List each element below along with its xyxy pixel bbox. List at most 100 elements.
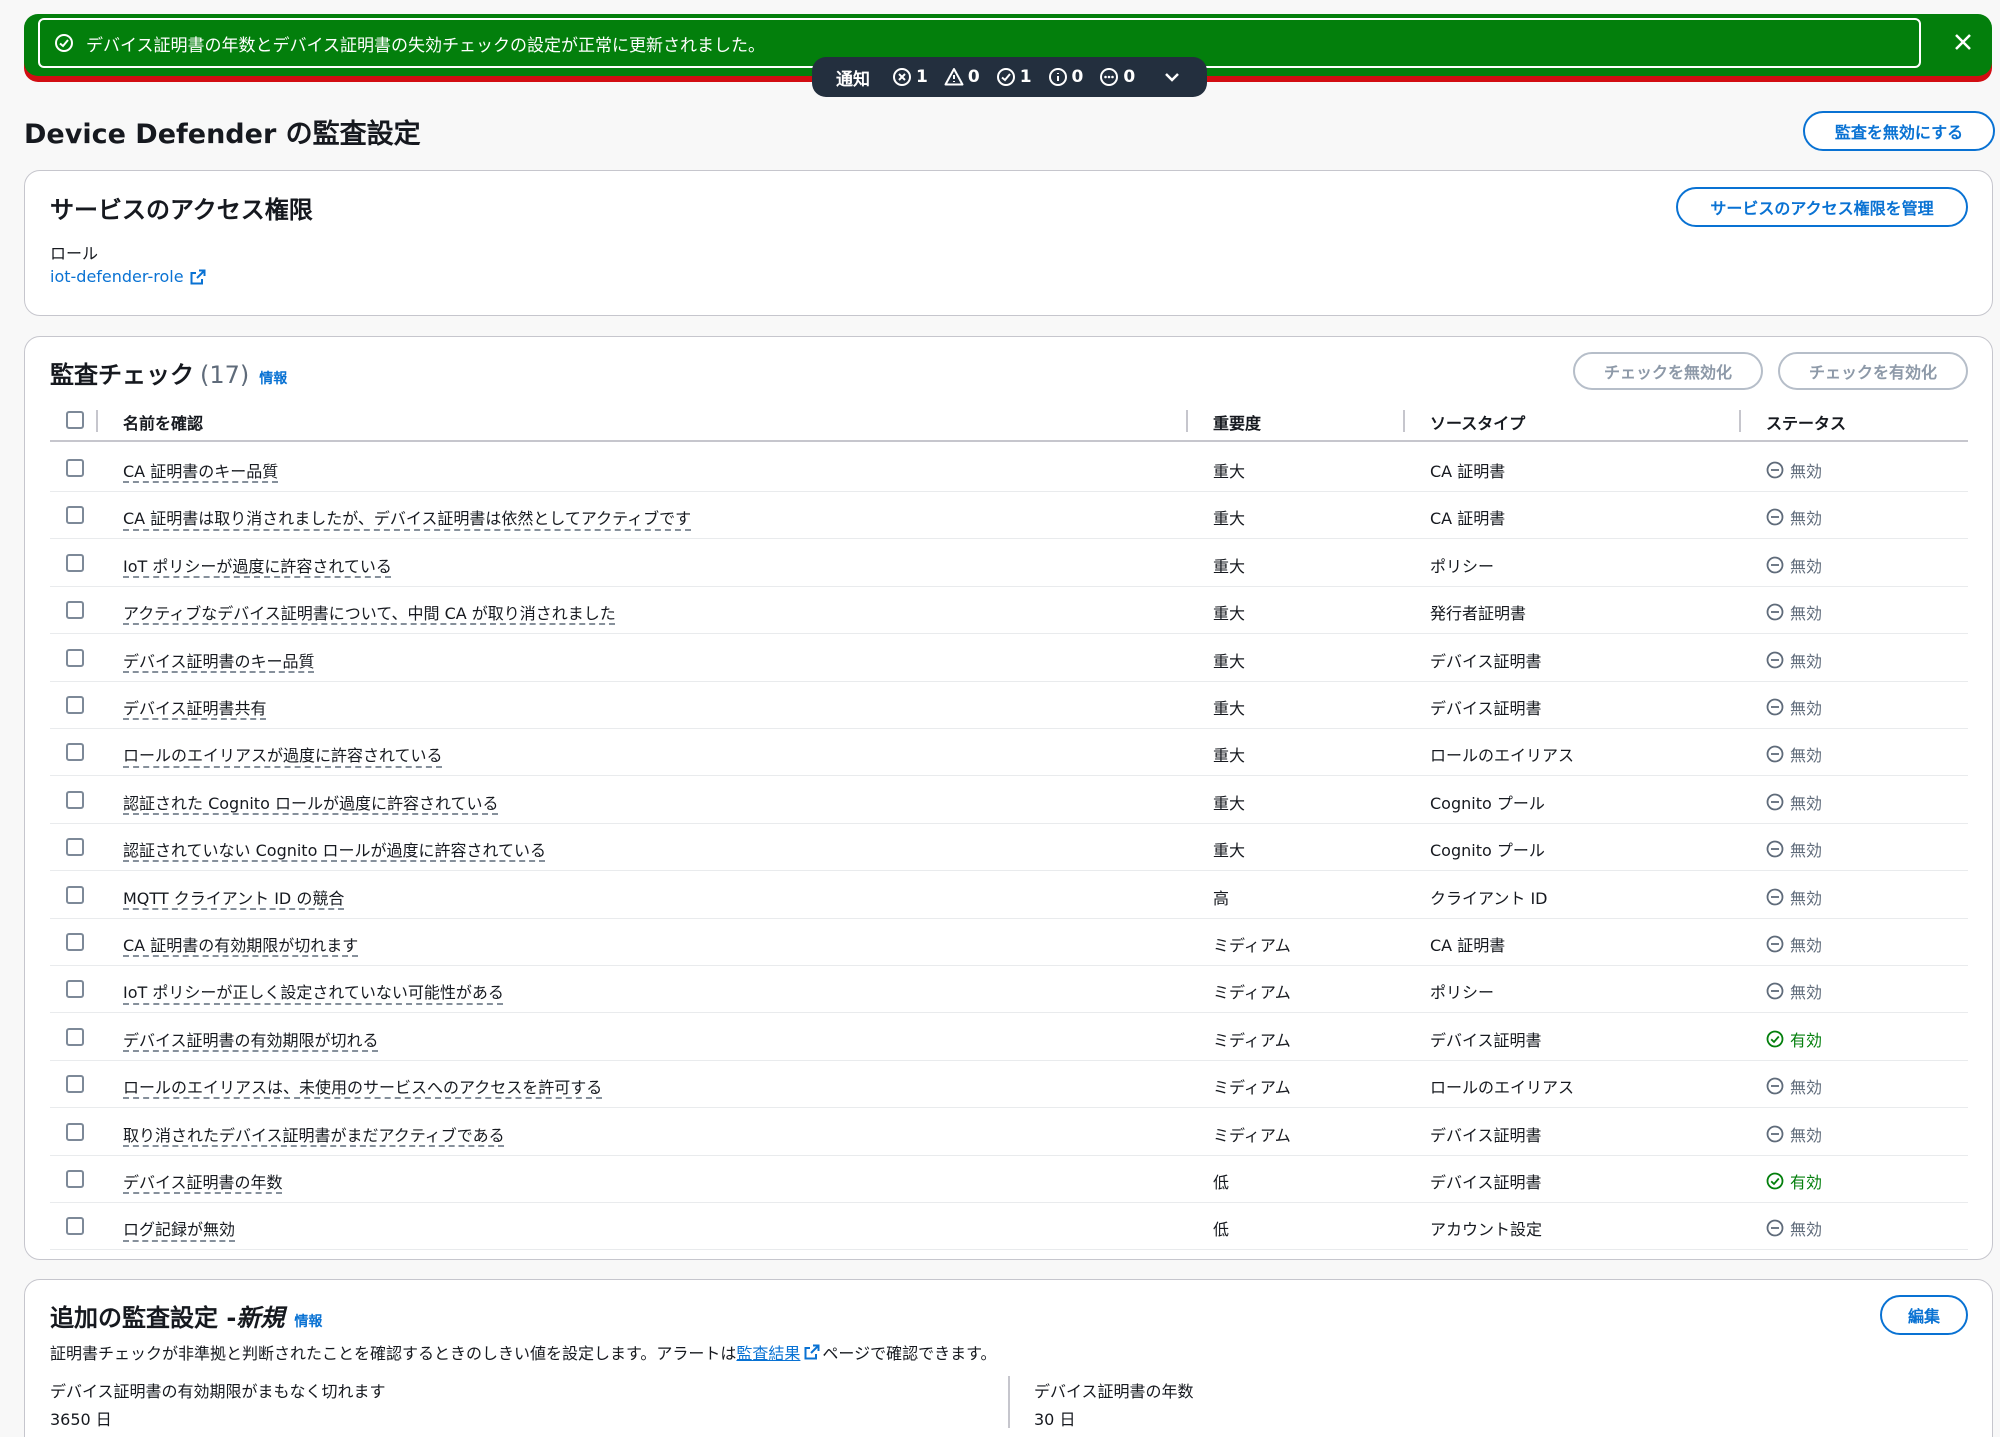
row-checkbox[interactable] [66, 1122, 84, 1141]
check-name-link[interactable]: アクティブなデバイス証明書について、中間 CA が取り消されました [123, 600, 616, 624]
row-checkbox[interactable] [66, 790, 84, 809]
disabled-status-icon [1766, 461, 1784, 479]
warning-icon [944, 68, 964, 86]
table-row[interactable]: ロールのエイリアスが過度に許容されている 重大 ロールのエイリアス 無効 [50, 729, 1968, 777]
column-header-source-type[interactable]: ソースタイプ [1430, 410, 1525, 434]
row-checkbox[interactable] [66, 1217, 84, 1236]
check-name-link[interactable]: 取り消されたデバイス証明書がまだアクティブである [123, 1122, 505, 1146]
row-checkbox[interactable] [66, 506, 84, 525]
additional-settings-info-link[interactable]: 情報 [294, 1311, 322, 1331]
progress-count: 0 [1099, 67, 1135, 87]
table-row[interactable]: CA 証明書は取り消されましたが、デバイス証明書は依然としてアクティブです 重大 C… [50, 492, 1968, 540]
table-row[interactable]: CA 証明書のキー品質 重大 CA 証明書 無効 [50, 445, 1968, 492]
enabled-status-icon [1766, 1030, 1784, 1048]
status-text: 無効 [1790, 1078, 1823, 1098]
table-row[interactable]: 認証された Cognito ロールが過度に許容されている 重大 Cognito プー… [50, 777, 1968, 824]
check-name-link[interactable]: IoT ポリシーが過度に許容されている [123, 553, 392, 577]
check-name-link[interactable]: デバイス証明書の有効期限が切れる [123, 1027, 379, 1051]
status-cell: 無効 [1766, 885, 1822, 909]
table-row[interactable]: アクティブなデバイス証明書について、中間 CA が取り消されました 重大 発行者証明… [50, 587, 1968, 635]
manage-service-access-button[interactable]: サービスのアクセス権限を管理 [1676, 187, 1968, 227]
edit-button[interactable]: 編集 [1880, 1295, 1968, 1335]
check-name-link[interactable]: CA 証明書のキー品質 [123, 458, 278, 482]
table-row[interactable]: ログ記録が無効 低 アカウント設定 無効 [50, 1203, 1968, 1251]
check-name-link[interactable]: デバイス証明書共有 [123, 695, 267, 719]
severity-cell: 重大 [1213, 699, 1246, 718]
status-text: 有効 [1790, 1173, 1823, 1192]
check-name-link[interactable]: CA 証明書は取り消されましたが、デバイス証明書は依然としてアクティブです [123, 505, 691, 529]
check-name-link[interactable]: MQTT クライアント ID の競合 [123, 885, 344, 909]
check-name-link[interactable]: ログ記録が無効 [123, 1216, 235, 1240]
row-checkbox[interactable] [66, 885, 84, 904]
flash-close-button[interactable] [1947, 26, 1979, 58]
progress-count-value: 0 [1123, 67, 1136, 87]
disable-checks-button[interactable]: チェックを無効化 [1573, 352, 1763, 390]
row-checkbox[interactable] [66, 696, 84, 714]
role-link[interactable]: iot-defender-role [50, 267, 206, 286]
enabled-status-icon [1766, 1172, 1784, 1190]
row-checkbox[interactable] [66, 1027, 84, 1046]
status-text: 無効 [1790, 841, 1823, 861]
table-row[interactable]: 認証されていない Cognito ロールが過度に許容されている 重大 Cognito… [50, 824, 1968, 872]
select-all-checkbox[interactable] [66, 411, 84, 429]
severity-cell: 重大 [1213, 651, 1246, 671]
status-cell: 有効 [1766, 1027, 1822, 1051]
check-name-link[interactable]: IoT ポリシーが正しく設定されていない可能性がある [123, 979, 504, 1003]
status-cell: 無効 [1766, 1122, 1822, 1146]
audit-checks-count: (17) [200, 361, 250, 389]
table-row[interactable]: デバイス証明書の年数 低 デバイス証明書 有効 [50, 1156, 1968, 1203]
description-text-after: ページで確認できます。 [822, 1344, 997, 1363]
table-row[interactable]: MQTT クライアント ID の競合 高 クライアント ID 無効 [50, 872, 1968, 919]
status-text: 有効 [1790, 1030, 1823, 1050]
severity-cell: 重大 [1213, 604, 1246, 624]
table-row[interactable]: CA 証明書の有効期限が切れます ミディアム CA 証明書 無効 [50, 919, 1968, 966]
table-row[interactable]: ロールのエイリアスは、未使用のサービスへのアクセスを許可する ミディアム ロールのエ… [50, 1061, 1968, 1109]
row-checkbox[interactable] [66, 838, 84, 857]
table-row[interactable]: デバイス証明書のキー品質 重大 デバイス証明書 無効 [50, 635, 1968, 682]
notification-bar[interactable]: 通知 1 0 1 0 0 [812, 57, 1207, 97]
additional-settings-header: 追加の監査設定 - 新規 情報 [50, 1298, 322, 1333]
row-checkbox[interactable] [66, 648, 84, 667]
audit-results-link[interactable]: 監査結果 [736, 1340, 800, 1364]
close-icon [1955, 34, 1971, 50]
table-row[interactable]: IoT ポリシーが過度に許容されている 重大 ポリシー 無効 [50, 540, 1968, 587]
check-name-link[interactable]: デバイス証明書のキー品質 [123, 648, 315, 672]
row-checkbox[interactable] [66, 459, 84, 477]
row-checkbox[interactable] [66, 1170, 84, 1188]
role-label: ロール [50, 244, 99, 263]
check-name-link[interactable]: 認証されていない Cognito ロールが過度に許容されている [123, 837, 546, 861]
column-header-severity[interactable]: 重要度 [1213, 410, 1261, 434]
table-row[interactable]: IoT ポリシーが正しく設定されていない可能性がある ミディアム ポリシー 無効 [50, 966, 1968, 1014]
enable-checks-button[interactable]: チェックを有効化 [1778, 352, 1968, 390]
check-name-link[interactable]: ロールのエイリアスが過度に許容されている [123, 742, 443, 766]
check-name-link[interactable]: デバイス証明書の年数 [123, 1169, 283, 1193]
source-type-cell: ポリシー [1430, 983, 1495, 1003]
chevron-down-icon[interactable] [1163, 68, 1181, 86]
status-text: 無効 [1790, 746, 1823, 766]
role-link-text[interactable]: iot-defender-role [50, 267, 184, 286]
row-checkbox[interactable] [66, 601, 84, 620]
row-checkbox[interactable] [66, 553, 84, 572]
audit-checks-info-link[interactable]: 情報 [259, 368, 287, 388]
error-icon [893, 68, 911, 86]
check-name-link[interactable]: CA 証明書の有効期限が切れます [123, 932, 358, 956]
source-type-cell: デバイス証明書 [1430, 1030, 1542, 1050]
column-header-name[interactable]: 名前を確認 [123, 410, 203, 434]
table-row[interactable]: デバイス証明書の有効期限が切れる ミディアム デバイス証明書 有効 [50, 1014, 1968, 1061]
row-checkbox[interactable] [66, 1075, 84, 1094]
page-title: Device Defender の監査設定 [24, 119, 421, 150]
row-checkbox[interactable] [66, 743, 84, 762]
row-checkbox[interactable] [66, 933, 84, 951]
table-row[interactable]: 取り消されたデバイス証明書がまだアクティブである ミディアム デバイス証明書 無効 [50, 1109, 1968, 1156]
row-checkbox[interactable] [66, 980, 84, 999]
column-separator [96, 410, 98, 432]
table-row[interactable]: デバイス証明書共有 重大 デバイス証明書 無効 [50, 682, 1968, 729]
source-type-cell: Cognito プール [1430, 793, 1545, 813]
check-name-link[interactable]: ロールのエイリアスは、未使用のサービスへのアクセスを許可する [123, 1074, 602, 1098]
description-text-before: 証明書チェックが非準拠と判断されたことを確認するときのしきい値を設定します。アラ… [50, 1344, 737, 1363]
source-type-cell: デバイス証明書 [1430, 651, 1542, 671]
check-name-link[interactable]: 認証された Cognito ロールが過度に許容されている [123, 790, 498, 814]
column-header-status[interactable]: ステータス [1766, 410, 1846, 434]
disable-audit-button[interactable]: 監査を無効にする [1803, 111, 1995, 151]
status-text: 無効 [1790, 936, 1823, 955]
